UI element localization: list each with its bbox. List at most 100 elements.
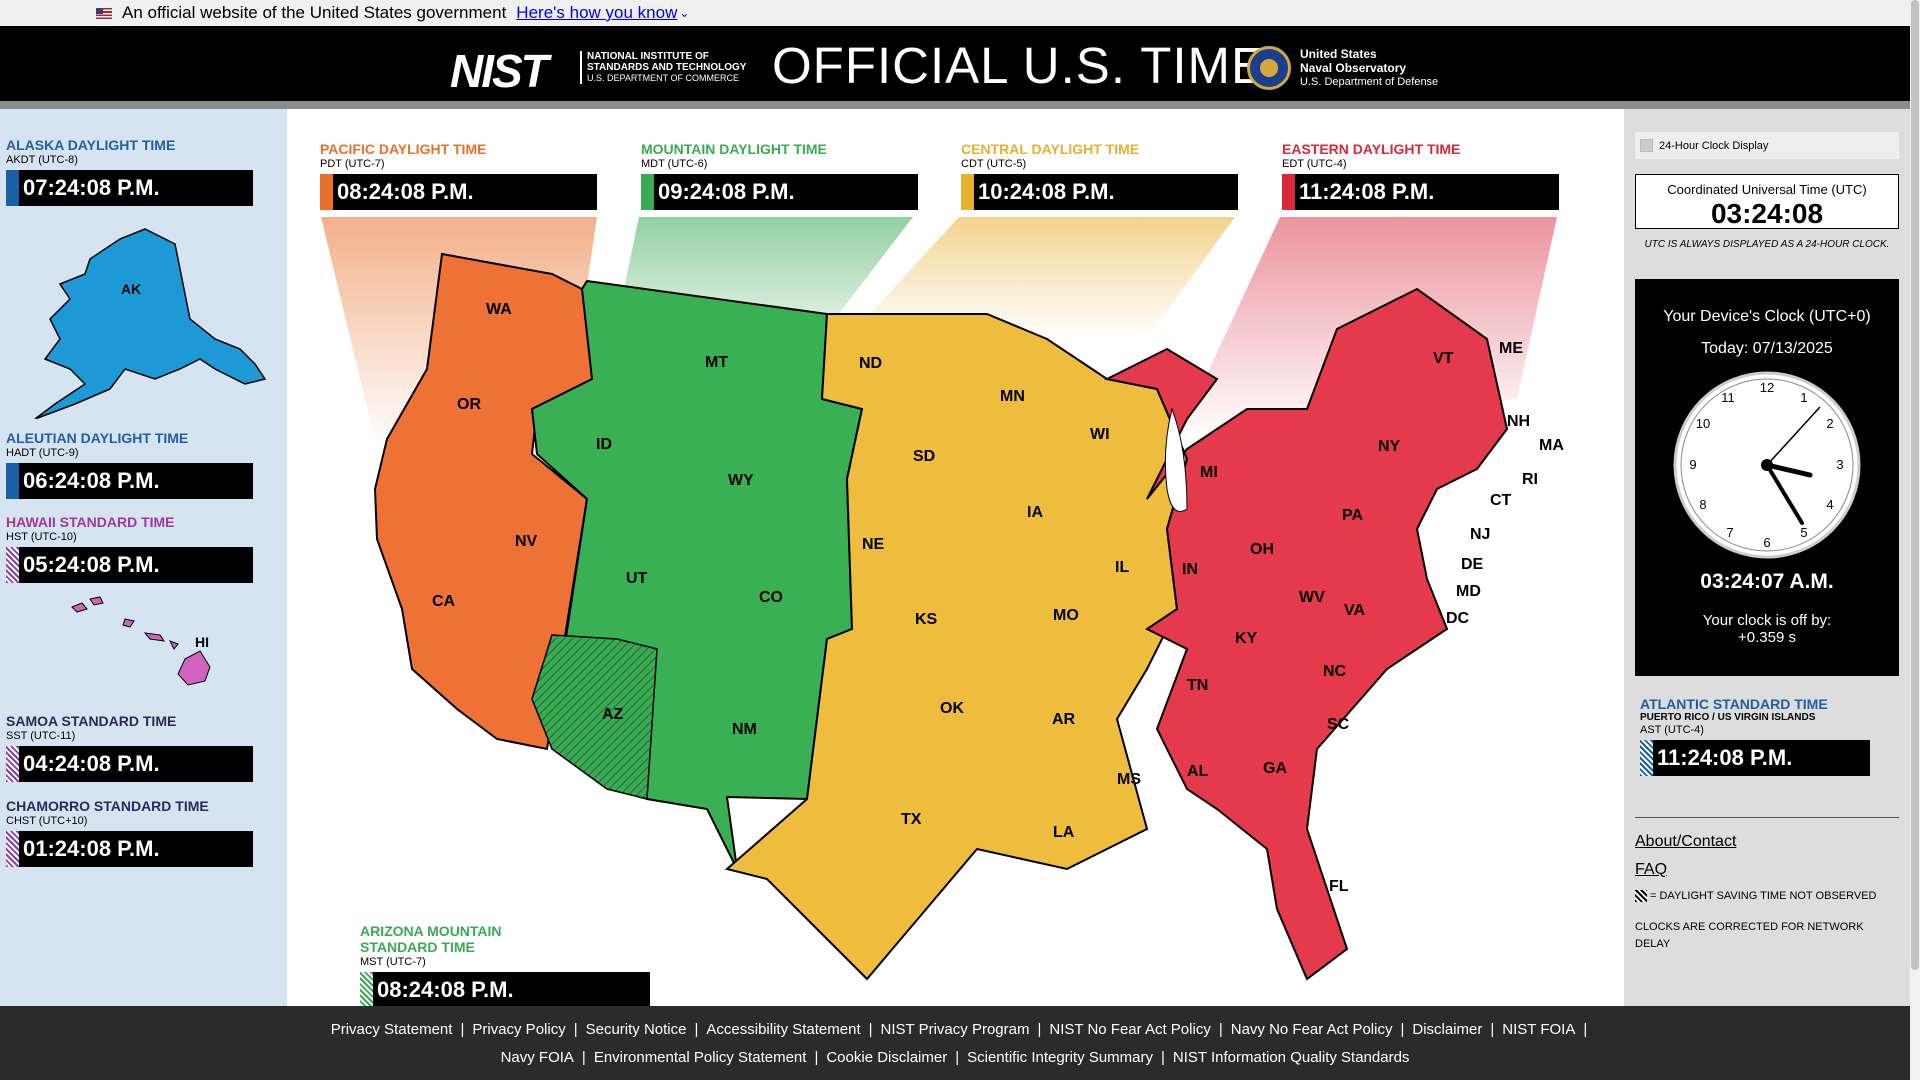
footer-link[interactable]: Privacy Policy <box>464 1021 573 1038</box>
24-hour-toggle[interactable]: 24-Hour Clock Display <box>1635 132 1899 159</box>
network-note: CLOCKS ARE CORRECTED FOR NETWORK DELAY <box>1635 921 1864 950</box>
page-scrollbar[interactable] <box>1910 0 1920 1080</box>
scrollbar-thumb[interactable] <box>1911 0 1919 970</box>
footer-link[interactable]: Navy No Fear Act Policy <box>1223 1021 1401 1038</box>
zone-abbr: AKDT (UTC-8) <box>6 154 78 166</box>
zone-name: MOUNTAIN DAYLIGHT TIME <box>641 141 827 157</box>
footer-link[interactable]: Disclaimer <box>1404 1021 1490 1038</box>
zone-time: 05:24:08 P.M. <box>23 552 160 577</box>
footer-link[interactable]: Navy FOIA <box>493 1049 582 1066</box>
about-contact-link[interactable]: About/Contact <box>1635 833 1736 851</box>
zone-alaska: ALASKA DAYLIGHT TIME AKDT (UTC-8) 07:24:… <box>6 137 253 206</box>
offset-value: +0.359 s <box>1738 629 1796 646</box>
zone-swatch <box>961 174 974 210</box>
us-flag-icon <box>96 7 112 19</box>
label-id: ID <box>596 436 612 453</box>
label-ga: GA <box>1263 760 1287 777</box>
zone-abbr: SST (UTC-11) <box>6 730 76 742</box>
zone-time: 11:24:08 P.M. <box>1299 179 1435 204</box>
nist-sub-line1: NATIONAL INSTITUTE OF <box>587 51 709 62</box>
footer-link[interactable]: NIST No Fear Act Policy <box>1041 1021 1218 1038</box>
label-tx: TX <box>901 811 922 828</box>
checkbox-icon[interactable] <box>1640 139 1653 152</box>
left-panel: ALASKA DAYLIGHT TIME AKDT (UTC-8) 07:24:… <box>0 109 287 1006</box>
clock-offset: Your clock is off by: +0.359 s <box>1635 612 1899 646</box>
label-ny: NY <box>1378 438 1401 455</box>
footer-link[interactable]: Privacy Statement <box>323 1021 461 1038</box>
label-fl: FL <box>1329 878 1349 895</box>
label-oh: OH <box>1250 541 1274 558</box>
label-ky: KY <box>1235 630 1258 647</box>
nist-logo[interactable]: NIST <box>450 44 549 98</box>
footer-link[interactable]: Scientific Integrity Summary <box>959 1049 1161 1066</box>
footer-link[interactable]: Security Notice <box>578 1021 695 1038</box>
zone-abbr: AST (UTC-4) <box>1640 724 1704 736</box>
label-sd: SD <box>913 448 935 465</box>
label-va: VA <box>1344 602 1365 619</box>
footer-link[interactable]: Cookie Disclaimer <box>818 1049 955 1066</box>
nist-sub-line3: U.S. DEPARTMENT OF COMMERCE <box>587 73 740 83</box>
zone-clock: 05:24:08 P.M. <box>6 547 253 583</box>
label-mo: MO <box>1053 607 1079 624</box>
device-time: 03:24:07 A.M. <box>1700 570 1834 593</box>
label-ca: CA <box>432 593 456 610</box>
zone-hawaii: HAWAII STANDARD TIME HST (UTC-10) 05:24:… <box>6 514 253 583</box>
label-mn: MN <box>1000 388 1025 405</box>
dst-hatch-icon <box>360 972 373 1008</box>
label-dc: DC <box>1446 610 1470 627</box>
zone-time: 11:24:08 P.M. <box>1657 745 1793 770</box>
label-or: OR <box>457 396 481 413</box>
offset-label: Your clock is off by: <box>1702 612 1832 629</box>
us-map: WA OR CA NV ID MT WY UT CO AZ NM ND SD N… <box>321 217 1564 981</box>
faq-link[interactable]: FAQ <box>1635 861 1667 879</box>
svg-text:2: 2 <box>1826 416 1833 431</box>
us-map-area: WA OR CA NV ID MT WY UT CO AZ NM ND SD N… <box>287 109 1624 1008</box>
zone-aleutian: ALEUTIAN DAYLIGHT TIME HADT (UTC-9) 06:2… <box>6 430 253 499</box>
label-ne: NE <box>862 536 885 553</box>
zone-time: 08:24:08 P.M. <box>337 179 474 204</box>
zone-clock: 06:24:08 P.M. <box>6 463 253 499</box>
utc-label: Coordinated Universal Time (UTC) <box>1667 182 1867 197</box>
footer-link[interactable]: Accessibility Statement <box>698 1021 868 1038</box>
label-ks: KS <box>915 611 938 628</box>
footer-link[interactable]: NIST Privacy Program <box>873 1021 1038 1038</box>
label-ok: OK <box>940 700 964 717</box>
usno-seal-icon[interactable] <box>1247 46 1291 90</box>
zone-abbr: HADT (UTC-9) <box>6 447 79 459</box>
label-al: AL <box>1187 763 1209 780</box>
footer-link[interactable]: Environmental Policy Statement <box>586 1049 815 1066</box>
zone-name: PACIFIC DAYLIGHT TIME <box>320 141 487 157</box>
zone-swatch <box>320 174 333 210</box>
svg-text:10: 10 <box>1696 416 1710 431</box>
zone-name: ALASKA DAYLIGHT TIME <box>6 137 176 153</box>
zone-time: 06:24:08 P.M. <box>23 468 160 493</box>
zone-name: CHAMORRO STANDARD TIME <box>6 798 209 814</box>
svg-text:11: 11 <box>1721 390 1735 405</box>
heres-how-you-know-link[interactable]: Here's how you know <box>516 3 677 23</box>
label-nj: NJ <box>1470 526 1490 543</box>
zone-eastern: EASTERN DAYLIGHT TIME EDT (UTC-4) 11:24:… <box>1282 141 1559 210</box>
zone-name: ATLANTIC STANDARD TIME <box>1640 696 1828 712</box>
usno-line1: United States <box>1300 47 1377 61</box>
label-co: CO <box>759 589 783 606</box>
zone-name: HAWAII STANDARD TIME <box>6 514 175 530</box>
label-la: LA <box>1053 824 1075 841</box>
chevron-down-icon[interactable]: ⌄ <box>679 6 689 20</box>
alaska-map: AK <box>34 228 267 419</box>
zone-clock: 07:24:08 P.M. <box>6 170 253 206</box>
svg-text:1: 1 <box>1800 390 1807 405</box>
label-nv: NV <box>515 533 538 550</box>
footer-link[interactable]: NIST Information Quality Standards <box>1165 1049 1418 1066</box>
label-de: DE <box>1461 556 1484 573</box>
zone-time: 09:24:08 P.M. <box>658 179 795 204</box>
label-tn: TN <box>1187 677 1208 694</box>
footer-link[interactable]: NIST FOIA <box>1494 1021 1583 1038</box>
label-vt: VT <box>1433 350 1454 367</box>
usno-logo-text[interactable]: United States Naval Observatory U.S. Dep… <box>1300 48 1438 89</box>
dst-legend-text: = DAYLIGHT SAVING TIME NOT OBSERVED <box>1650 890 1877 902</box>
usno-line2: Naval Observatory <box>1300 61 1407 75</box>
footer-links-row2: Navy FOIA | Environmental Policy Statemen… <box>0 1049 1910 1066</box>
zone-clock: 10:24:08 P.M. <box>961 174 1238 210</box>
toggle-label: 24-Hour Clock Display <box>1659 139 1769 152</box>
label-wv: WV <box>1299 589 1325 606</box>
